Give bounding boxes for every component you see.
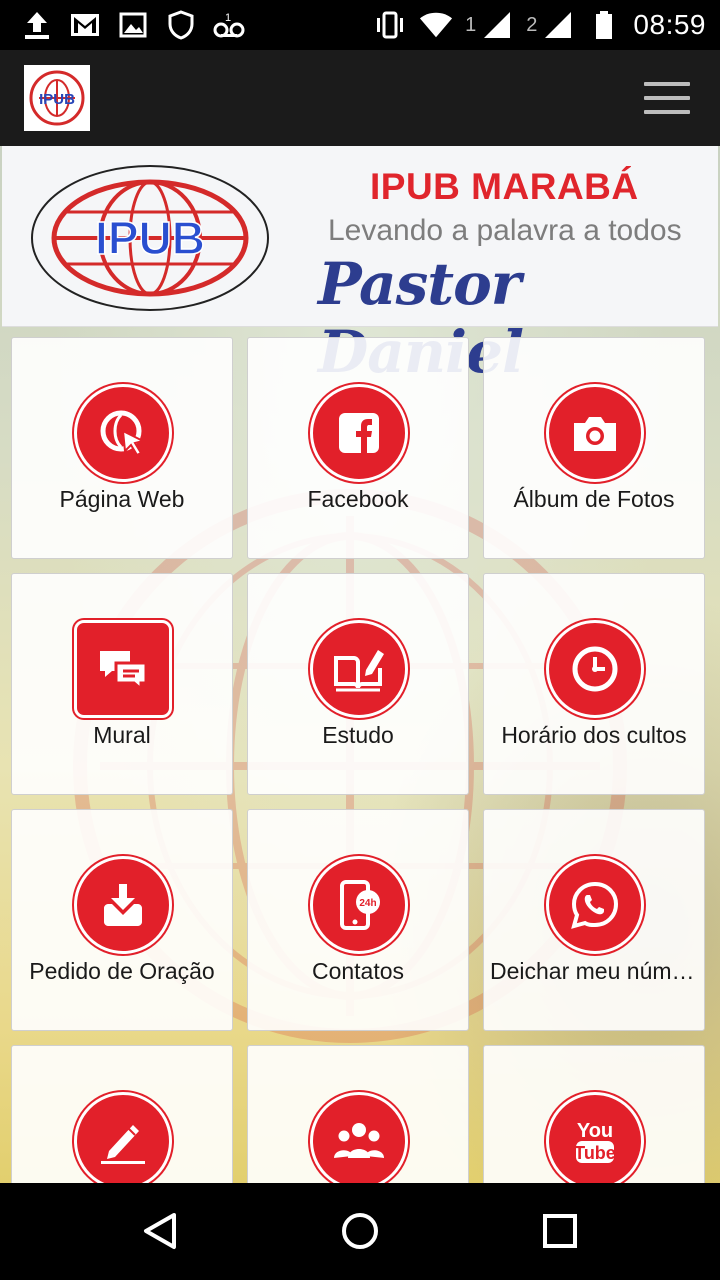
vibrate-icon xyxy=(373,8,407,42)
tile-facebook[interactable]: Facebook xyxy=(247,337,469,559)
youtube-icon-text-top: You xyxy=(577,1120,613,1142)
app-logo-text: IPUB xyxy=(39,91,75,108)
chat-bubbles-icon xyxy=(74,620,172,718)
wifi-icon xyxy=(419,8,453,42)
tile-label: Álbum de Fotos xyxy=(513,486,675,512)
tile-youtube[interactable]: You Tube xyxy=(483,1045,705,1183)
pencil-icon xyxy=(74,1092,172,1183)
app-logo[interactable]: IPUB xyxy=(24,65,90,131)
youtube-icon: You Tube xyxy=(546,1092,644,1183)
tile-label: Pedido de Oração xyxy=(29,958,215,984)
svg-text:1: 1 xyxy=(225,12,231,24)
image-icon xyxy=(116,8,150,42)
download-tray-icon xyxy=(74,856,172,954)
tile-deichar-meu-numero[interactable]: Deichar meu número xyxy=(483,809,705,1031)
tile-contatos[interactable]: 24h Contatos xyxy=(247,809,469,1031)
tile-label: Mural xyxy=(93,722,151,748)
group-icon xyxy=(310,1092,408,1183)
app-bar: IPUB xyxy=(0,50,720,146)
clock: 08:59 xyxy=(633,9,706,40)
home-icon[interactable] xyxy=(338,1209,382,1253)
clock-icon xyxy=(546,620,644,718)
camera-icon xyxy=(546,384,644,482)
header-banner: IPUB IPUB MARABÁ Levando a palavra a tod… xyxy=(2,146,718,386)
phone-24h-icon: 24h xyxy=(310,856,408,954)
sim1-label: 1 xyxy=(465,13,477,36)
signal-icon xyxy=(480,8,514,42)
banner-subtitle: Levando a palavra a todos xyxy=(328,214,682,247)
upload-icon xyxy=(20,8,54,42)
gmail-icon xyxy=(68,8,102,42)
tile-estudo[interactable]: Estudo xyxy=(247,573,469,795)
tile-label: Deichar meu número xyxy=(490,958,698,984)
book-edit-icon xyxy=(310,620,408,718)
back-icon[interactable] xyxy=(138,1209,182,1253)
sim2-label: 2 xyxy=(526,13,538,36)
tile-label: Facebook xyxy=(307,486,409,512)
tile-pedido-de-oracao[interactable]: Pedido de Oração xyxy=(11,809,233,1031)
shield-icon xyxy=(164,8,198,42)
tile-label: Página Web xyxy=(59,486,185,512)
svg-text:24h: 24h xyxy=(359,898,376,909)
whatsapp-icon xyxy=(546,856,644,954)
recents-icon[interactable] xyxy=(538,1209,582,1253)
status-bar: 1 1 2 08:59 xyxy=(0,0,720,50)
main-content: IPUB IPUB MARABÁ Levando a palavra a tod… xyxy=(0,146,720,1183)
tile-label: Estudo xyxy=(322,722,394,748)
banner-title: IPUB MARABÁ xyxy=(370,166,639,207)
tile-label: Contatos xyxy=(311,958,405,984)
banner-logo-text: IPUB xyxy=(95,212,205,264)
voicemail-icon: 1 xyxy=(212,8,246,42)
tile-group[interactable] xyxy=(247,1045,469,1183)
tile-pencil[interactable] xyxy=(11,1045,233,1183)
globe-cursor-icon xyxy=(74,384,172,482)
tile-album-de-fotos[interactable]: Álbum de Fotos xyxy=(483,337,705,559)
tile-pagina-web[interactable]: Página Web xyxy=(11,337,233,559)
facebook-icon xyxy=(310,384,408,482)
ipub-logo-icon: IPUB xyxy=(29,70,85,126)
tile-label: Horário dos cultos xyxy=(501,722,687,748)
tile-mural[interactable]: Mural xyxy=(11,573,233,795)
signal-icon xyxy=(541,8,575,42)
tile-horario-dos-cultos[interactable]: Horário dos cultos xyxy=(483,573,705,795)
ipub-banner-logo: IPUB xyxy=(31,165,269,311)
battery-icon xyxy=(587,8,621,42)
hamburger-menu-icon[interactable] xyxy=(644,78,690,118)
navigation-bar xyxy=(0,1183,720,1280)
youtube-icon-text-bottom: Tube xyxy=(574,1143,616,1163)
